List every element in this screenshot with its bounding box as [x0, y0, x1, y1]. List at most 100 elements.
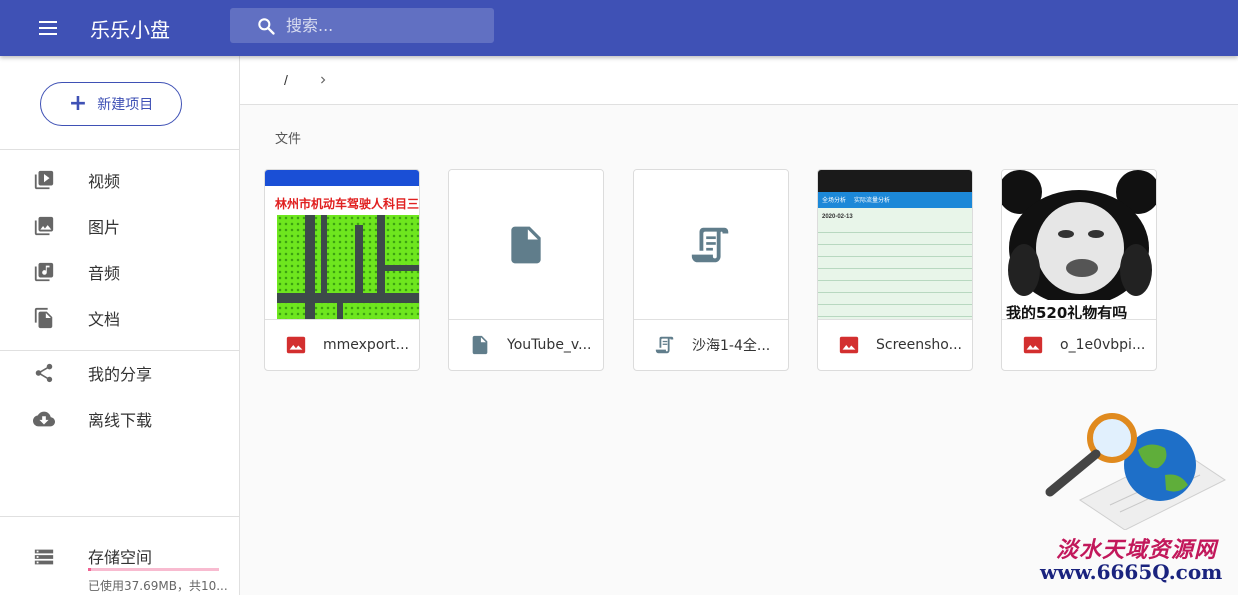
thumbnail-tab-bar: 全场分析 实际流量分析	[818, 192, 972, 208]
thumbnail-row	[818, 244, 972, 245]
thumbnail-map	[277, 215, 419, 319]
map-road	[321, 215, 327, 295]
sidebar-item-label: 我的分享	[88, 365, 153, 384]
map-road	[377, 215, 385, 295]
file-thumbnail: 全场分析 实际流量分析 2020-02-13	[818, 170, 972, 320]
document-file-icon	[511, 226, 541, 263]
music-library-icon	[34, 262, 54, 282]
file-thumbnail: 我的520礼物有吗	[1002, 170, 1156, 320]
plus-icon: +	[68, 91, 88, 116]
sidebar-item-label: 音频	[88, 264, 121, 283]
sidebar-divider	[0, 149, 239, 150]
photo-library-icon	[34, 216, 54, 236]
file-name: 沙海1-4全...	[692, 338, 771, 354]
sidebar-divider	[0, 516, 239, 517]
sidebar: + 新建项目 视频 图片 音频 文档 我的分享 离线下载 存储空间 已使用37.…	[0, 56, 240, 595]
watermark-logo	[1045, 413, 1226, 530]
sidebar-item-label: 文档	[88, 310, 121, 329]
file-name: o_1e0vbpi...	[1060, 337, 1146, 353]
sidebar-item-my-shares[interactable]: 我的分享	[0, 350, 239, 396]
scroll-file-icon	[691, 227, 729, 262]
video-library-icon	[34, 170, 54, 190]
map-road	[337, 303, 343, 319]
document-file-icon	[472, 335, 488, 355]
map-road	[277, 293, 419, 303]
storage-usage-text: 已使用37.69MB，共10...	[88, 579, 228, 593]
file-card-footer: o_1e0vbpi...	[1002, 320, 1156, 370]
search-box[interactable]	[230, 8, 494, 43]
sidebar-item-documents[interactable]: 文档	[0, 295, 239, 341]
map-road	[305, 215, 315, 319]
new-item-button[interactable]: + 新建项目	[40, 82, 182, 126]
file-card[interactable]: 林州市机动车驾驶人科目三 mmexport...	[264, 169, 420, 371]
thumbnail-tab: 实际流量分析	[854, 198, 891, 204]
sidebar-item-images[interactable]: 图片	[0, 203, 239, 249]
files-section-label: 文件	[275, 132, 302, 147]
thumbnail-date: 2020-02-13	[822, 214, 853, 220]
app-title: 乐乐小盘	[90, 17, 170, 42]
file-card-footer: 沙海1-4全...	[634, 320, 788, 370]
file-name: YouTube_v...	[507, 337, 592, 353]
file-thumbnail: 林州市机动车驾驶人科目三	[265, 170, 419, 320]
file-card[interactable]: 全场分析 实际流量分析 2020-02-13 Screensho...	[817, 169, 973, 371]
chevron-right-icon[interactable]	[316, 73, 330, 87]
file-name: Screensho...	[876, 337, 962, 353]
share-icon	[35, 363, 53, 383]
file-card-footer: mmexport...	[265, 320, 419, 370]
cloud-download-icon	[33, 411, 55, 427]
storage-icon	[34, 549, 54, 565]
scroll-file-icon	[655, 336, 674, 354]
sidebar-item-label: 视频	[88, 172, 121, 191]
file-card[interactable]: 沙海1-4全...	[633, 169, 789, 371]
thumbnail-row	[818, 316, 972, 317]
menu-icon-line	[39, 21, 57, 23]
image-file-icon	[286, 336, 306, 354]
menu-icon-line	[39, 27, 57, 29]
thumbnail-row	[818, 232, 972, 233]
breadcrumb-root[interactable]: /	[284, 72, 288, 88]
search-icon	[258, 17, 275, 35]
search-input[interactable]	[286, 16, 486, 35]
app-header: 乐乐小盘	[0, 0, 1238, 56]
menu-icon-line	[39, 33, 57, 35]
image-file-icon	[1023, 336, 1043, 354]
new-item-label: 新建项目	[97, 97, 154, 113]
sidebar-item-video[interactable]: 视频	[0, 157, 239, 203]
watermark-url: www.6665Q.com	[1040, 560, 1223, 584]
thumbnail-status-bar	[818, 170, 972, 192]
file-card-footer: YouTube_v...	[449, 320, 603, 370]
sidebar-item-audio[interactable]: 音频	[0, 249, 239, 295]
breadcrumb: /	[240, 56, 1238, 105]
thumbnail-row	[818, 280, 972, 281]
image-file-icon	[839, 336, 859, 354]
thumbnail-header-bar	[265, 170, 419, 186]
file-thumbnail	[634, 170, 788, 320]
menu-button[interactable]	[28, 8, 68, 48]
meme-caption: 我的520礼物有吗	[1006, 304, 1128, 320]
map-road	[385, 265, 419, 271]
screenshot-thumbnail: 全场分析 实际流量分析 2020-02-13	[818, 170, 972, 319]
storage-title: 存储空间	[88, 548, 153, 567]
file-thumbnail	[449, 170, 603, 320]
thumbnail-strip	[265, 186, 419, 194]
thumbnail-row	[818, 292, 972, 293]
thumbnail-tab: 全场分析	[822, 198, 847, 204]
thumbnail-title: 林州市机动车驾驶人科目三	[275, 197, 419, 211]
storage-progress-bar	[88, 568, 219, 571]
sidebar-item-label: 离线下载	[88, 411, 153, 430]
thumbnail-row	[818, 304, 972, 305]
storage-panel[interactable]: 存储空间 已使用37.69MB，共10...	[0, 526, 239, 595]
meme-thumbnail: 我的520礼物有吗	[1002, 170, 1156, 319]
thumbnail-row	[818, 268, 972, 269]
storage-progress-fill	[88, 568, 91, 571]
file-name: mmexport...	[323, 337, 409, 353]
thumbnail-row	[818, 256, 972, 257]
file-card[interactable]: YouTube_v...	[448, 169, 604, 371]
documents-icon	[34, 307, 53, 329]
sidebar-item-label: 图片	[88, 218, 121, 237]
sidebar-item-offline-download[interactable]: 离线下载	[0, 396, 239, 442]
map-road	[355, 225, 363, 295]
panda-face-image	[1002, 170, 1156, 306]
file-card-footer: Screensho...	[818, 320, 972, 370]
file-card[interactable]: 我的520礼物有吗 o_1e0vbpi...	[1001, 169, 1157, 371]
